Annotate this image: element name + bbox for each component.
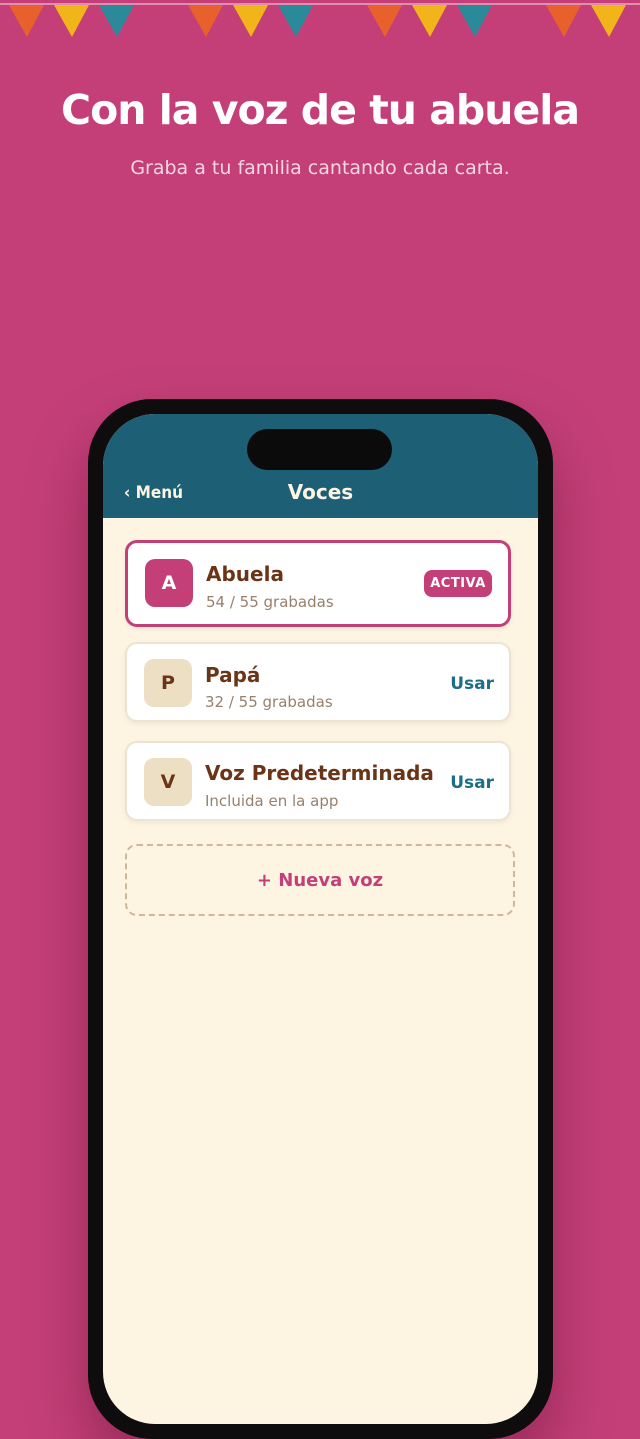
use-button[interactable]: Usar xyxy=(450,773,494,793)
active-badge: ACTIVA xyxy=(424,570,492,597)
voice-progress: 54 / 55 grabadas xyxy=(206,593,334,611)
voice-progress: 32 / 55 grabadas xyxy=(205,693,333,711)
voice-card-default[interactable]: V Voz Predeterminada Incluida en la app … xyxy=(125,741,511,821)
promo-headline: Con la voz de tu abuela xyxy=(61,86,580,134)
new-voice-button[interactable]: + Nueva voz xyxy=(125,844,515,916)
voice-card-papa[interactable]: P Papá 32 / 55 grabadas Usar xyxy=(125,642,511,722)
avatar: P xyxy=(144,659,192,707)
phone-screen: ‹ Menú Voces A Abuela 54 / 55 grabadas A… xyxy=(103,414,538,1424)
voice-name: Voz Predeterminada xyxy=(205,761,434,785)
voice-name: Papá xyxy=(205,663,261,687)
voice-subtitle: Incluida en la app xyxy=(205,792,339,810)
avatar: A xyxy=(145,559,193,607)
use-button[interactable]: Usar xyxy=(450,674,494,694)
promo-subhead: Graba a tu familia cantando cada carta. xyxy=(130,157,510,179)
dynamic-island xyxy=(247,429,392,470)
avatar: V xyxy=(144,758,192,806)
nav-title: Voces xyxy=(287,480,354,504)
bunting-decoration xyxy=(0,3,640,37)
voice-name: Abuela xyxy=(206,562,284,586)
nav-bar: ‹ Menú Voces xyxy=(103,414,538,518)
phone-frame: ‹ Menú Voces A Abuela 54 / 55 grabadas A… xyxy=(88,399,553,1439)
voice-card-abuela[interactable]: A Abuela 54 / 55 grabadas ACTIVA xyxy=(125,540,511,627)
